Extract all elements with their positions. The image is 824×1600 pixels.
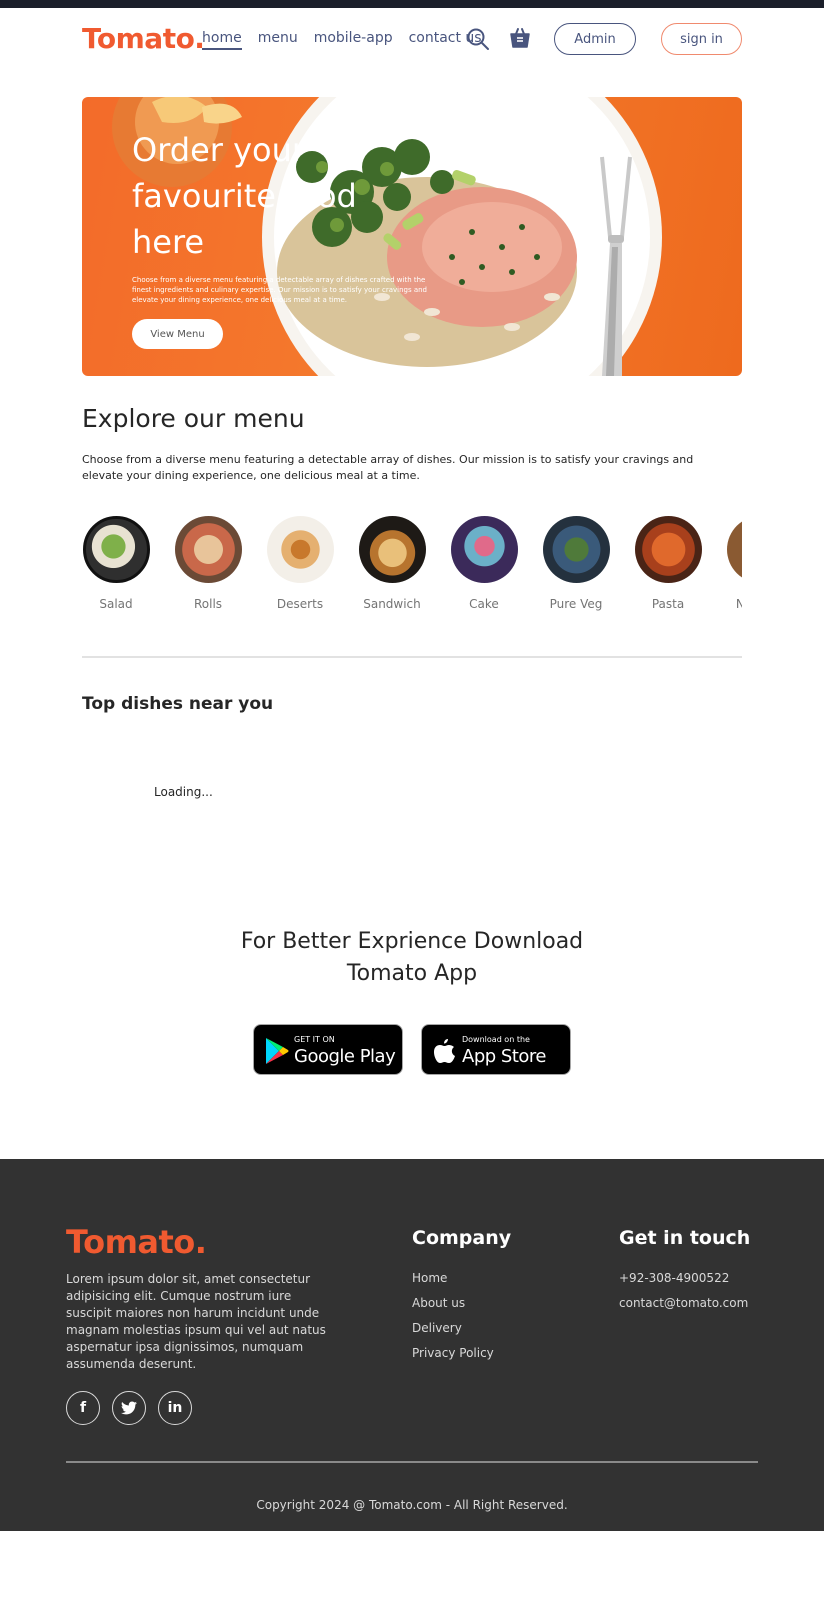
- menu-item-label: Rolls: [193, 597, 223, 611]
- navbar: Tomato. home menu mobile-app contact us …: [82, 20, 742, 60]
- search-icon[interactable]: [466, 27, 490, 51]
- menu-list: Salad Rolls Deserts Sandwich Cake Pure V…: [82, 516, 742, 616]
- top-bar: [0, 0, 824, 8]
- loading-text: Loading...: [154, 785, 213, 799]
- google-play-button[interactable]: GET IT ON Google Play: [253, 1024, 403, 1075]
- footer-contact-list: +92-308-4900522 contact@tomato.com: [619, 1270, 748, 1320]
- menu-item-label: Cake: [469, 597, 499, 611]
- social-links: f in: [66, 1391, 192, 1425]
- google-play-icon: [266, 1038, 289, 1064]
- section-divider: [82, 656, 742, 658]
- app-store-big-text: App Store: [462, 1046, 546, 1067]
- linkedin-icon[interactable]: in: [158, 1391, 192, 1425]
- footer-description: Lorem ipsum dolor sit, amet consectetur …: [66, 1272, 326, 1371]
- nav-link-home[interactable]: home: [202, 30, 242, 50]
- footer-email: contact@tomato.com: [619, 1296, 749, 1310]
- google-play-big-text: Google Play: [294, 1046, 396, 1067]
- pure-veg-image: [542, 516, 610, 583]
- menu-item-deserts[interactable]: Deserts: [266, 516, 334, 611]
- menu-item-rolls[interactable]: Rolls: [174, 516, 242, 611]
- footer-company-links: Home About us Delivery Privacy Policy: [412, 1270, 494, 1370]
- apple-icon: [434, 1039, 455, 1063]
- cake-image: [450, 516, 518, 583]
- menu-item-cake[interactable]: Cake: [450, 516, 518, 611]
- menu-item-label: Pasta: [651, 597, 685, 611]
- menu-item-label: Sandwich: [363, 597, 421, 611]
- logo[interactable]: Tomato.: [82, 22, 205, 55]
- footer-touch-title: Get in touch: [619, 1227, 751, 1249]
- footer-phone: +92-308-4900522: [619, 1271, 730, 1285]
- rolls-image: [174, 516, 242, 583]
- hero-banner: Order your favourite food here Choose fr…: [82, 97, 742, 376]
- pasta-image: [634, 516, 702, 583]
- menu-item-label: Deserts: [276, 597, 324, 611]
- basket-icon[interactable]: [509, 27, 531, 49]
- explore-title: Explore our menu: [82, 404, 305, 433]
- nav-links: home menu mobile-app contact us: [202, 30, 482, 50]
- sandwich-image: [358, 516, 426, 583]
- menu-item-label: Noodles: [735, 597, 742, 611]
- explore-description: Choose from a diverse menu featuring a d…: [82, 453, 694, 482]
- app-store-button[interactable]: Download on the App Store: [421, 1024, 571, 1075]
- view-menu-button[interactable]: View Menu: [132, 319, 223, 349]
- nav-link-menu[interactable]: menu: [258, 30, 298, 50]
- facebook-icon[interactable]: f: [66, 1391, 100, 1425]
- deserts-image: [266, 516, 334, 583]
- footer-link-delivery[interactable]: Delivery: [412, 1320, 494, 1337]
- nav-link-mobile-app[interactable]: mobile-app: [314, 30, 393, 50]
- menu-item-label: Salad: [99, 597, 133, 611]
- menu-item-pure-veg[interactable]: Pure Veg: [542, 516, 610, 611]
- sign-in-button[interactable]: sign in: [661, 23, 742, 55]
- top-dishes-title: Top dishes near you: [82, 694, 274, 714]
- footer-link-privacy-policy[interactable]: Privacy Policy: [412, 1345, 494, 1362]
- footer-link-home[interactable]: Home: [412, 1270, 494, 1287]
- salad-image: [82, 516, 150, 583]
- twitter-bird-glyph: [121, 1401, 137, 1415]
- footer-divider: [66, 1461, 758, 1463]
- app-store-small-text: Download on the: [462, 1035, 530, 1044]
- menu-item-noodles[interactable]: Noodles: [726, 516, 742, 611]
- hero-description: Choose from a diverse menu featuring a d…: [132, 276, 427, 304]
- menu-item-pasta[interactable]: Pasta: [634, 516, 702, 611]
- footer: Tomato. Lorem ipsum dolor sit, amet cons…: [0, 1159, 824, 1531]
- menu-item-label: Pure Veg: [549, 597, 603, 611]
- copyright-text: Copyright 2024 @ Tomato.com - All Right …: [256, 1498, 568, 1512]
- footer-logo: Tomato.: [66, 1223, 207, 1261]
- footer-link-about-us[interactable]: About us: [412, 1295, 494, 1312]
- app-download-title: For Better Exprience Download Tomato App: [240, 929, 584, 986]
- admin-button[interactable]: Admin: [554, 23, 636, 55]
- hero-title: Order your favourite food here: [132, 131, 357, 261]
- menu-item-salad[interactable]: Salad: [82, 516, 150, 611]
- menu-item-sandwich[interactable]: Sandwich: [358, 516, 426, 611]
- footer-company-title: Company: [412, 1227, 512, 1249]
- noodles-image: [726, 516, 742, 583]
- twitter-icon[interactable]: [112, 1391, 146, 1425]
- google-play-small-text: GET IT ON: [294, 1035, 335, 1044]
